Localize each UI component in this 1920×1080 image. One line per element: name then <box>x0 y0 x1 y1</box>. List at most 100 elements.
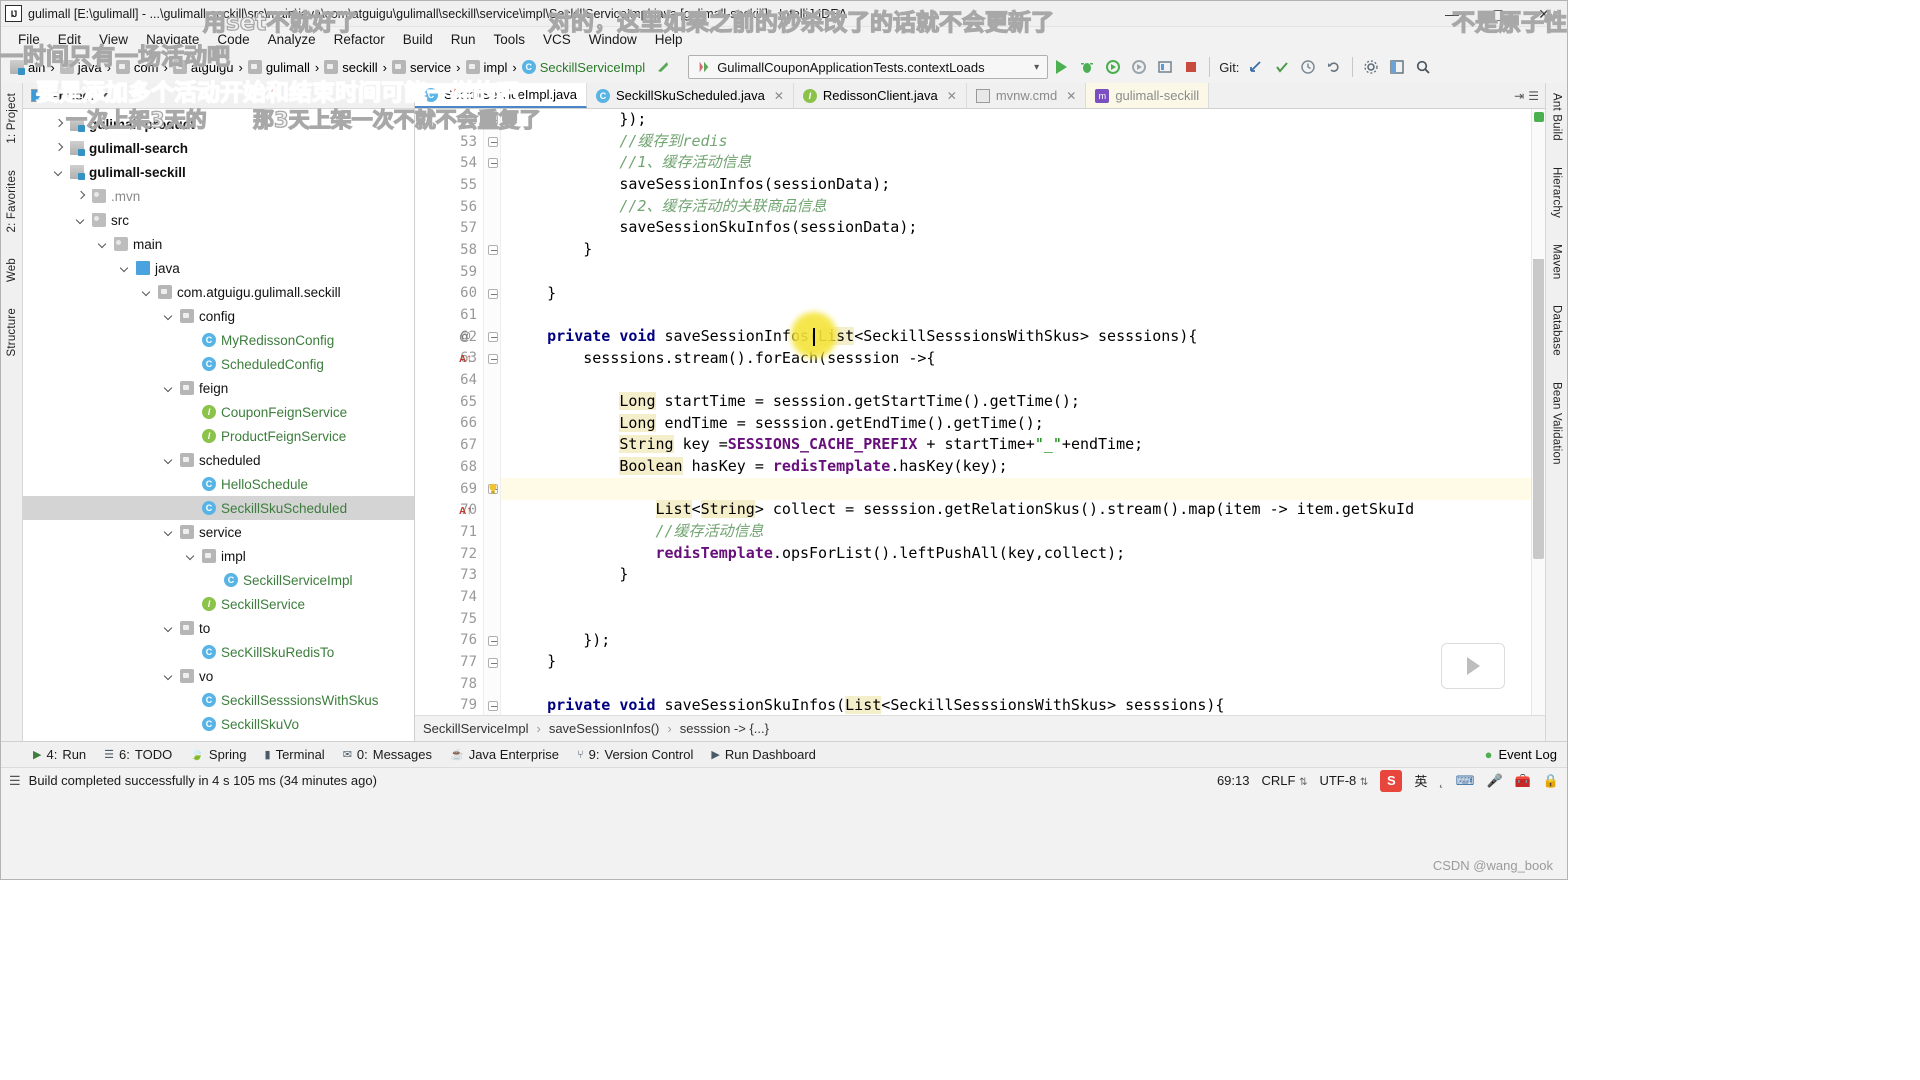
tree-item-java[interactable]: java <box>23 256 414 280</box>
make-project-icon[interactable] <box>650 55 676 79</box>
menu-vcs[interactable]: VCS <box>534 30 580 49</box>
line-separator[interactable]: CRLF ⇅ <box>1261 773 1307 788</box>
chevron-down-icon[interactable] <box>141 286 153 298</box>
tool-window-button-run[interactable]: ▶4:Run <box>25 745 94 764</box>
event-log-area[interactable]: ● Event Log <box>1485 747 1567 762</box>
fold-toggle-icon[interactable] <box>488 158 498 168</box>
tree-item-to[interactable]: to <box>23 616 414 640</box>
tool-window-button-messages[interactable]: ✉0:Messages <box>335 745 440 764</box>
menu-refactor[interactable]: Refactor <box>325 30 394 49</box>
fold-toggle-icon[interactable] <box>488 245 498 255</box>
rail-tab-database[interactable]: Database <box>1549 299 1565 362</box>
tree-item-seckillskuvo[interactable]: CSeckillSkuVo <box>23 712 414 736</box>
chevron-down-icon[interactable] <box>163 310 175 322</box>
tree-item-couponfeignservice[interactable]: ICouponFeignService <box>23 400 414 424</box>
chevron-down-icon[interactable] <box>97 238 109 250</box>
history-icon[interactable] <box>1295 55 1321 79</box>
chevron-right-icon[interactable] <box>75 190 87 202</box>
chevron-right-icon[interactable] <box>53 118 65 130</box>
menu-navigate[interactable]: Navigate <box>137 30 208 49</box>
chevron-down-icon[interactable] <box>100 93 108 98</box>
settings-icon[interactable] <box>1358 55 1384 79</box>
rail-tab-2-favorites[interactable]: 2: Favorites <box>4 164 20 238</box>
chevron-down-icon[interactable] <box>163 382 175 394</box>
annotation-marker-icon[interactable]: @ <box>459 329 471 343</box>
tree-item-src[interactable]: src <box>23 208 414 232</box>
tree-item-gulimall-search[interactable]: gulimall-search <box>23 136 414 160</box>
tabs-list-icon[interactable]: ⇥ <box>1514 89 1524 103</box>
intention-bulb-icon[interactable] <box>486 482 500 496</box>
tabs-menu-icon[interactable]: ☰ <box>1528 89 1539 103</box>
sogou-ime-icon[interactable]: S <box>1380 770 1402 792</box>
attach-debugger-button[interactable] <box>1152 55 1178 79</box>
tree-item-scheduled[interactable]: scheduled <box>23 448 414 472</box>
update-project-icon[interactable] <box>1243 55 1269 79</box>
floating-run-widget[interactable] <box>1441 643 1505 689</box>
fold-toggle-icon[interactable] <box>488 137 498 147</box>
menu-build[interactable]: Build <box>394 30 442 49</box>
fold-toggle-icon[interactable] <box>488 658 498 668</box>
editor-tab-mvnw-cmd[interactable]: mvnw.cmd✕ <box>967 83 1086 108</box>
tool-window-button-todo[interactable]: ☰6:TODO <box>96 745 180 764</box>
tree-item-feign[interactable]: feign <box>23 376 414 400</box>
editor-scrollbar-thumb[interactable] <box>1533 259 1544 559</box>
project-panel-header[interactable]: Project <box>23 83 414 109</box>
chevron-down-icon[interactable]: ▾ <box>1034 62 1039 73</box>
rail-tab-hierarchy[interactable]: Hierarchy <box>1549 161 1565 224</box>
navbar-crumb-java[interactable]: java <box>55 58 107 77</box>
fold-toggle-icon[interactable] <box>488 115 498 125</box>
chevron-down-icon[interactable] <box>53 166 65 178</box>
chevron-down-icon[interactable] <box>163 622 175 634</box>
rail-tab-ant-build[interactable]: Ant Build <box>1549 87 1565 147</box>
maximize-button[interactable]: ▢ <box>1475 1 1521 27</box>
debug-button[interactable] <box>1074 55 1100 79</box>
rail-tab-maven[interactable]: Maven <box>1549 238 1565 286</box>
chevron-down-icon[interactable] <box>163 454 175 466</box>
fold-toggle-icon[interactable] <box>488 332 498 342</box>
tool-window-button-run-dashboard[interactable]: ▶Run Dashboard <box>703 745 824 764</box>
tree-item-seckillsesssionswithskus[interactable]: CSeckillSesssionsWithSkus <box>23 688 414 712</box>
tool-window-button-terminal[interactable]: ▮Terminal <box>257 745 333 764</box>
tree-item-productfeignservice[interactable]: IProductFeignService <box>23 424 414 448</box>
navbar-crumb-seckill[interactable]: seckill <box>319 58 382 77</box>
menu-run[interactable]: Run <box>442 30 485 49</box>
editor-tab-gulimall-seckill[interactable]: mgulimall-seckill <box>1086 83 1209 108</box>
code-content[interactable]: }); //缓存到redis //1、缓存活动信息 saveSessionInf… <box>501 109 1531 715</box>
override-marker-icon[interactable]: A↑ <box>459 351 472 365</box>
chevron-down-icon[interactable] <box>163 670 175 682</box>
close-tab-icon[interactable]: ✕ <box>774 89 784 103</box>
editor-breadcrumb-item[interactable]: sesssion -> {...} <box>680 721 769 736</box>
status-expand-icon[interactable]: ☰ <box>9 773 21 789</box>
tree-item-seckillservice[interactable]: ISeckillService <box>23 592 414 616</box>
tree-item-com-atguigu-gulimall-seckill[interactable]: com.atguigu.gulimall.seckill <box>23 280 414 304</box>
tree-item-skuinfovo[interactable]: CSkuInfoVo <box>23 736 414 741</box>
profile-button[interactable] <box>1126 55 1152 79</box>
navbar-crumb-ain[interactable]: ain <box>5 58 50 77</box>
menu-help[interactable]: Help <box>646 30 692 49</box>
navbar-crumb-atguigu[interactable]: atguigu <box>168 58 239 77</box>
ime-mic-icon[interactable]: 🎤 <box>1486 773 1502 789</box>
tree-item-vo[interactable]: vo <box>23 664 414 688</box>
tree-item-gulimall-seckill[interactable]: gulimall-seckill <box>23 160 414 184</box>
run-button[interactable] <box>1048 55 1074 79</box>
rail-tab-1-project[interactable]: 1: Project <box>4 87 20 150</box>
lock-icon[interactable]: 🔒 <box>1543 773 1559 789</box>
menu-tools[interactable]: Tools <box>485 30 535 49</box>
rail-tab-web[interactable]: Web <box>4 252 20 288</box>
tool-window-button-version-control[interactable]: ⑂9:Version Control <box>569 745 701 764</box>
commit-icon[interactable] <box>1269 55 1295 79</box>
tree-item-seckillskuredisto[interactable]: CSecKillSkuRedisTo <box>23 640 414 664</box>
tree-item-service[interactable]: service <box>23 520 414 544</box>
tree-item-main[interactable]: main <box>23 232 414 256</box>
tool-window-button-spring[interactable]: 🍃Spring <box>182 745 254 764</box>
project-tree[interactable]: gulimall-productgulimall-searchgulimall-… <box>23 109 414 741</box>
navbar-crumb-com[interactable]: com <box>111 58 164 77</box>
stop-button[interactable] <box>1178 55 1204 79</box>
chevron-down-icon[interactable] <box>163 526 175 538</box>
menu-window[interactable]: Window <box>580 30 646 49</box>
navbar-crumb-seckillserviceimpl[interactable]: CSeckillServiceImpl <box>517 58 650 77</box>
tree-item-gulimall-product[interactable]: gulimall-product <box>23 112 414 136</box>
ime-toolbox-icon[interactable]: 🧰 <box>1515 773 1531 789</box>
close-button[interactable]: ✕ <box>1521 1 1567 27</box>
code-editor[interactable]: 5253545556575859606162636465666768697071… <box>415 109 1545 715</box>
